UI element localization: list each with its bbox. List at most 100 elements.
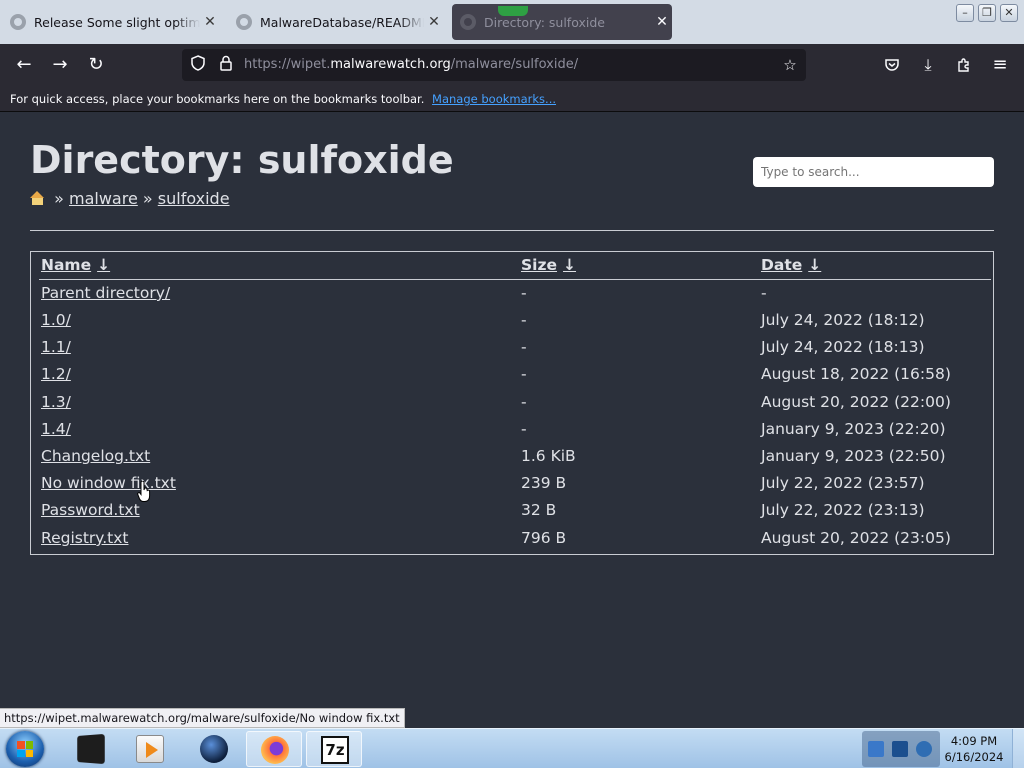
taskbar-item-media-player[interactable] bbox=[122, 731, 178, 767]
maximize-button[interactable]: ❐ bbox=[978, 4, 996, 22]
download-icon[interactable]: ⤓ bbox=[915, 53, 941, 77]
page-icon bbox=[460, 14, 476, 30]
taskbar: 7z 4:09 PM 6/16/2024 bbox=[0, 728, 1024, 768]
sort-arrow-icon: ↓ bbox=[563, 256, 577, 274]
table-header-row: Name ↓ Size ↓ Date ↓ bbox=[31, 252, 993, 279]
status-bar: https://wipet.malwarewatch.org/malware/s… bbox=[0, 708, 405, 728]
window-close-button[interactable]: ✕ bbox=[1000, 4, 1018, 22]
firefox-icon bbox=[261, 736, 289, 764]
bookmark-star-icon[interactable]: ☆ bbox=[780, 55, 800, 75]
file-link[interactable]: 1.0/ bbox=[41, 311, 71, 329]
home-icon[interactable] bbox=[30, 191, 45, 205]
table-row: Changelog.txt 1.6 KiB January 9, 2023 (2… bbox=[31, 443, 993, 470]
tab-label: Release Some slight optimizati bbox=[34, 14, 200, 30]
file-link[interactable]: Changelog.txt bbox=[41, 447, 150, 465]
forward-icon[interactable]: → bbox=[47, 53, 73, 77]
table-row: 1.0/ - July 24, 2022 (18:12) bbox=[31, 307, 993, 334]
table-row: Registry.txt 796 B August 20, 2022 (23:0… bbox=[31, 525, 993, 552]
file-size: 796 B bbox=[521, 529, 567, 547]
breadcrumb-separator: » bbox=[142, 189, 153, 208]
tab-label: Directory: sulfoxide bbox=[484, 14, 605, 30]
7zip-icon: 7z bbox=[321, 736, 349, 764]
system-tray bbox=[862, 731, 940, 767]
start-button[interactable] bbox=[6, 731, 44, 767]
tab-readme[interactable]: MalwareDatabase/README.md ✕ bbox=[228, 4, 444, 40]
extensions-icon[interactable] bbox=[951, 53, 977, 77]
tray-app-icon[interactable] bbox=[868, 741, 884, 757]
github-icon bbox=[236, 14, 252, 30]
column-header-size[interactable]: Size ↓ bbox=[521, 256, 576, 274]
column-header-name[interactable]: Name ↓ bbox=[41, 256, 110, 274]
file-date: July 22, 2022 (23:13) bbox=[761, 501, 925, 519]
sort-arrow-icon: ↓ bbox=[808, 256, 822, 274]
divider bbox=[30, 230, 994, 231]
hand-cursor-icon bbox=[137, 481, 151, 502]
taskbar-item-firefox[interactable] bbox=[246, 731, 302, 767]
search-input[interactable] bbox=[753, 157, 994, 187]
taskbar-item-7zip[interactable]: 7z bbox=[306, 731, 362, 767]
system-clock[interactable]: 4:09 PM 6/16/2024 bbox=[940, 733, 1008, 765]
manage-bookmarks-link[interactable]: Manage bookmarks... bbox=[432, 92, 556, 106]
file-size: - bbox=[521, 311, 527, 329]
breadcrumb-sulfoxide[interactable]: sulfoxide bbox=[158, 189, 230, 208]
menu-icon[interactable]: ≡ bbox=[987, 53, 1013, 77]
file-date: - bbox=[761, 284, 767, 302]
sort-arrow-icon: ↓ bbox=[97, 256, 111, 274]
file-date: August 18, 2022 (16:58) bbox=[761, 365, 951, 383]
file-link[interactable]: 1.1/ bbox=[41, 338, 71, 356]
file-link[interactable]: 1.3/ bbox=[41, 393, 71, 411]
file-listing-table: Name ↓ Size ↓ Date ↓ Parent directory/ - - … bbox=[30, 251, 994, 555]
shield-icon[interactable] bbox=[188, 55, 208, 75]
file-date: August 20, 2022 (23:05) bbox=[761, 529, 951, 547]
close-icon[interactable]: ✕ bbox=[652, 14, 672, 30]
column-header-date[interactable]: Date ↓ bbox=[761, 256, 821, 274]
page-content: Directory: sulfoxide » malware » sulfoxi… bbox=[0, 112, 1024, 728]
file-date: January 9, 2023 (22:20) bbox=[761, 420, 946, 438]
file-size: 1.6 KiB bbox=[521, 447, 576, 465]
file-link[interactable]: Registry.txt bbox=[41, 529, 129, 547]
tab-strip: Release Some slight optimizati ✕ Malware… bbox=[0, 0, 1024, 44]
file-link[interactable]: 1.4/ bbox=[41, 420, 71, 438]
close-icon[interactable]: ✕ bbox=[200, 14, 220, 30]
file-link[interactable]: 1.2/ bbox=[41, 365, 71, 383]
volume-icon[interactable] bbox=[916, 741, 932, 757]
bookmarks-hint: For quick access, place your bookmarks h… bbox=[10, 92, 425, 106]
network-icon[interactable] bbox=[892, 741, 908, 757]
table-row: Parent directory/ - - bbox=[31, 280, 993, 307]
taskbar-item-terminal[interactable] bbox=[62, 731, 118, 767]
url-bar[interactable]: https://wipet.malwarewatch.org/malware/s… bbox=[182, 49, 806, 81]
minimize-button[interactable]: – bbox=[956, 4, 974, 22]
file-size: - bbox=[521, 338, 527, 356]
table-row: 1.1/ - July 24, 2022 (18:13) bbox=[31, 334, 993, 361]
tab-directory-active[interactable]: Directory: sulfoxide ✕ bbox=[452, 4, 672, 40]
breadcrumb: » malware » sulfoxide bbox=[30, 189, 230, 208]
pocket-icon[interactable] bbox=[879, 53, 905, 77]
file-date: July 22, 2022 (23:57) bbox=[761, 474, 925, 492]
url-text[interactable]: https://wipet.malwarewatch.org/malware/s… bbox=[244, 57, 578, 72]
show-desktop-button[interactable] bbox=[1012, 729, 1024, 768]
file-size: 239 B bbox=[521, 474, 567, 492]
close-icon[interactable]: ✕ bbox=[424, 14, 444, 30]
table-row: 1.4/ - January 9, 2023 (22:20) bbox=[31, 416, 993, 443]
recording-indicator bbox=[498, 6, 528, 16]
windows-logo-icon bbox=[17, 741, 33, 757]
file-date: August 20, 2022 (22:00) bbox=[761, 393, 951, 411]
file-link[interactable]: No window fix.txt bbox=[41, 474, 176, 492]
lock-icon[interactable] bbox=[216, 55, 236, 75]
file-link[interactable]: Parent directory/ bbox=[41, 284, 170, 302]
file-link[interactable]: Password.txt bbox=[41, 501, 140, 519]
breadcrumb-malware[interactable]: malware bbox=[69, 189, 138, 208]
back-icon[interactable]: ← bbox=[11, 53, 37, 77]
file-size: - bbox=[521, 284, 527, 302]
taskbar-item-globe[interactable] bbox=[186, 731, 242, 767]
file-date: July 24, 2022 (18:12) bbox=[761, 311, 925, 329]
reload-icon[interactable]: ↻ bbox=[83, 53, 109, 77]
tab-release[interactable]: Release Some slight optimizati ✕ bbox=[2, 4, 220, 40]
file-size: - bbox=[521, 393, 527, 411]
table-row: Password.txt 32 B July 22, 2022 (23:13) bbox=[31, 497, 993, 524]
tab-label: MalwareDatabase/README.md bbox=[260, 14, 424, 30]
clock-time: 4:09 PM bbox=[950, 734, 998, 748]
file-date: January 9, 2023 (22:50) bbox=[761, 447, 946, 465]
file-size: 32 B bbox=[521, 501, 557, 519]
navigation-toolbar: ← → ↻ https://wipet.malwarewatch.org/mal… bbox=[0, 44, 1024, 86]
